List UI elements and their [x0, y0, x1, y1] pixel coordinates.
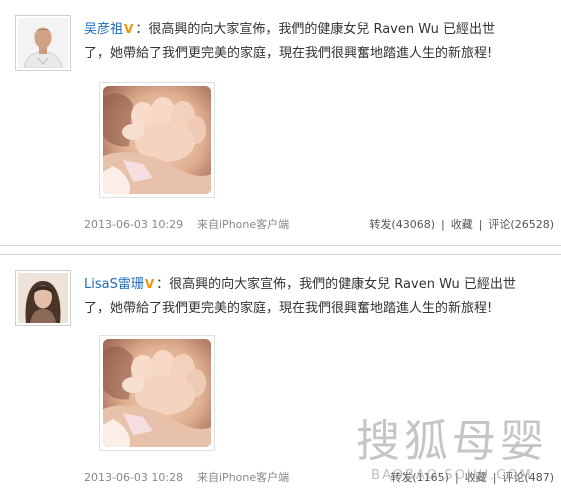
baby-hand-image: [103, 339, 211, 447]
post-source[interactable]: 来自iPhone客户端: [197, 470, 289, 486]
weibo-post: 吴彦祖V ：很高興的向大家宣佈，我們的健康女兒 Raven Wu 已經出世 了，她…: [0, 0, 561, 246]
avatar-photo: [18, 273, 68, 323]
post-text-line1: ：很高興的向大家宣佈，我們的健康女兒 Raven Wu 已經出世: [135, 22, 495, 37]
post-photo[interactable]: [99, 82, 215, 198]
post-actions: 转发(1165) | 收藏 | 评论(487): [390, 470, 554, 486]
post-meta: 2013-06-03 10:28 来自iPhone客户端 转发(1165) | 收藏…: [84, 470, 554, 486]
verified-badge-icon: V: [124, 22, 134, 36]
post-source[interactable]: 来自iPhone客户端: [197, 217, 289, 233]
verified-badge-icon: V: [144, 277, 155, 291]
post-text-line2: 了，她帶給了我們更完美的家庭，現在我們很興奮地踏進人生的新旅程!: [84, 46, 493, 61]
post-actions: 转发(43068) | 收藏 | 评论(26528): [369, 217, 554, 233]
avatar-photo: [18, 18, 68, 68]
favorite-button[interactable]: 收藏: [465, 471, 487, 484]
divider: |: [454, 471, 459, 484]
avatar[interactable]: [15, 270, 71, 326]
divider: |: [440, 218, 445, 231]
post-time[interactable]: 2013-06-03 10:28: [84, 470, 183, 486]
repost-button[interactable]: 转发(1165): [390, 471, 449, 484]
avatar[interactable]: [15, 15, 71, 71]
favorite-button[interactable]: 收藏: [451, 218, 473, 231]
comment-button[interactable]: 评论(487): [502, 471, 554, 484]
author-name[interactable]: 吴彦祖: [84, 22, 123, 37]
author-name[interactable]: LisaS雷珊: [84, 277, 144, 292]
post-time[interactable]: 2013-06-03 10:29: [84, 217, 183, 233]
baby-hand-image: [103, 86, 211, 194]
post-content: LisaS雷珊V ：很高興的向大家宣佈，我們的健康女兒 Raven Wu 已經出世…: [84, 272, 554, 321]
comment-button[interactable]: 评论(26528): [488, 218, 554, 231]
divider: |: [478, 218, 483, 231]
post-content: 吴彦祖V ：很高興的向大家宣佈，我們的健康女兒 Raven Wu 已經出世 了，她…: [84, 17, 554, 66]
post-text-line2: 了，她帶給了我們更完美的家庭，現在我們很興奮地踏進人生的新旅程!: [84, 301, 493, 316]
weibo-post: LisaS雷珊V ：很高興的向大家宣佈，我們的健康女兒 Raven Wu 已經出世…: [0, 254, 561, 498]
repost-button[interactable]: 转发(43068): [369, 218, 435, 231]
post-photo[interactable]: [99, 335, 215, 451]
divider: |: [492, 471, 497, 484]
post-text-line1: ：很高興的向大家宣佈，我們的健康女兒 Raven Wu 已經出世: [156, 277, 516, 292]
weibo-feed: 吴彦祖V ：很高興的向大家宣佈，我們的健康女兒 Raven Wu 已經出世 了，她…: [0, 0, 561, 498]
post-meta: 2013-06-03 10:29 来自iPhone客户端 转发(43068) | 收…: [84, 217, 554, 233]
